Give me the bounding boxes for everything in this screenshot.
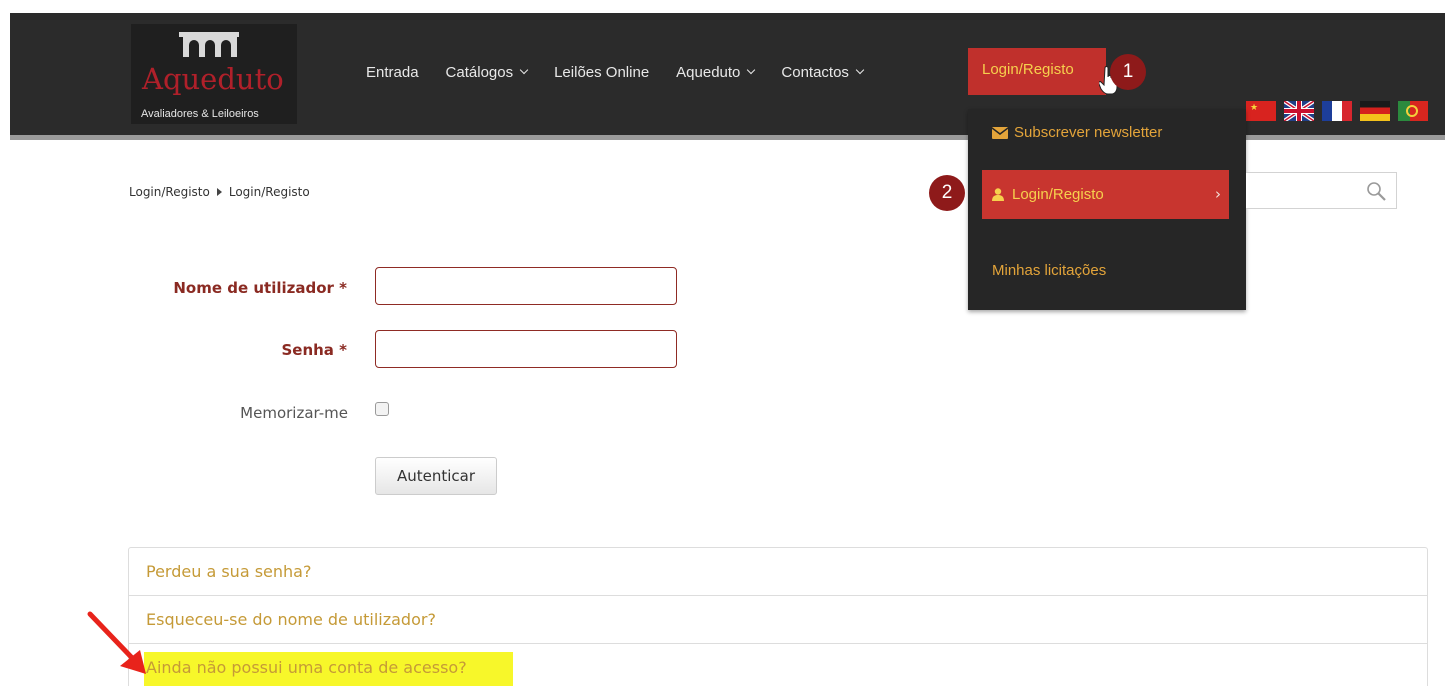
nav-label: Catálogos: [445, 63, 514, 81]
password-label: Senha *: [281, 341, 347, 359]
breadcrumb-current: Login/Registo: [228, 185, 310, 199]
menu-item-label: Login/Registo: [1012, 186, 1104, 203]
germany-flag-icon[interactable]: [1360, 101, 1390, 121]
menu-item-minhas-licitacoes[interactable]: Minhas licitações: [992, 262, 1106, 279]
list-item: Esqueceu-se do nome de utilizador?: [129, 596, 1427, 644]
france-flag-icon[interactable]: [1322, 101, 1352, 121]
account-help-links: Perdeu a sua senha? Esqueceu-se do nome …: [128, 547, 1428, 686]
remember-me-label: Memorizar-me: [240, 404, 348, 422]
language-flags: ★: [1246, 101, 1436, 121]
login-dropdown-menu: Subscrever newsletter Login/Registo › Mi…: [968, 109, 1246, 310]
username-label: Nome de utilizador *: [173, 279, 347, 297]
nav-item-catalogos[interactable]: Catálogos: [445, 63, 529, 81]
username-input[interactable]: [375, 267, 677, 305]
caret-right-icon: [216, 188, 222, 196]
forgot-password-link[interactable]: Perdeu a sua senha?: [146, 562, 311, 581]
menu-item-login-registo[interactable]: Login/Registo: [992, 186, 1104, 203]
portugal-flag-icon[interactable]: [1398, 101, 1428, 121]
step-2-badge: 2: [929, 175, 965, 211]
remember-me-checkbox[interactable]: [375, 402, 389, 416]
logo-subtitle: Avaliadores & Leiloeiros: [141, 108, 259, 120]
search-icon[interactable]: [1365, 180, 1387, 202]
search-box[interactable]: [1246, 172, 1397, 209]
nav-login-label: Login/Registo: [982, 61, 1074, 78]
site-logo[interactable]: Aqueduto Avaliadores & Leiloeiros: [131, 24, 297, 124]
forgot-username-link[interactable]: Esqueceu-se do nome de utilizador?: [146, 610, 436, 629]
uk-flag-icon[interactable]: [1284, 101, 1314, 121]
main-nav: Entrada Catálogos Leilões Online Aquedut…: [366, 60, 890, 84]
red-arrow-icon: [87, 611, 146, 674]
nav-label: Aqueduto: [676, 63, 741, 81]
list-item: Perdeu a sua senha?: [129, 548, 1427, 596]
step-1-badge: 1: [1110, 54, 1146, 90]
chevron-down-icon: [519, 65, 529, 75]
china-flag-icon[interactable]: ★: [1246, 101, 1276, 121]
logo-name: Aqueduto: [142, 62, 284, 96]
chevron-right-icon: ›: [1215, 185, 1221, 203]
envelope-icon: [992, 126, 1008, 139]
nav-item-contactos[interactable]: Contactos: [781, 63, 865, 81]
nav-label: Entrada: [366, 63, 419, 81]
user-icon: [992, 188, 1004, 201]
aqueduct-logo-icon: [179, 32, 239, 57]
list-item: Ainda não possui uma conta de acesso?: [129, 644, 1427, 686]
menu-item-label: Minhas licitações: [992, 262, 1107, 279]
menu-item-label: Subscrever newsletter: [1014, 124, 1163, 141]
nav-item-leiloes-online[interactable]: Leilões Online: [554, 64, 649, 81]
nav-item-aqueduto[interactable]: Aqueduto: [676, 63, 756, 81]
login-submit-button[interactable]: Autenticar: [375, 457, 497, 495]
chevron-down-icon: [747, 65, 756, 75]
create-account-link[interactable]: Ainda não possui uma conta de acesso?: [146, 658, 467, 677]
breadcrumb: Login/Registo Login/Registo: [129, 185, 310, 199]
nav-label: Contactos: [781, 63, 849, 81]
breadcrumb-item[interactable]: Login/Registo: [129, 185, 210, 199]
nav-label: Leilões Online: [554, 63, 650, 81]
password-input[interactable]: [375, 330, 677, 368]
nav-item-entrada[interactable]: Entrada: [366, 64, 419, 81]
menu-item-newsletter[interactable]: Subscrever newsletter: [992, 124, 1162, 141]
chevron-down-icon: [855, 65, 865, 75]
nav-item-login-registo[interactable]: Login/Registo: [968, 48, 1106, 95]
